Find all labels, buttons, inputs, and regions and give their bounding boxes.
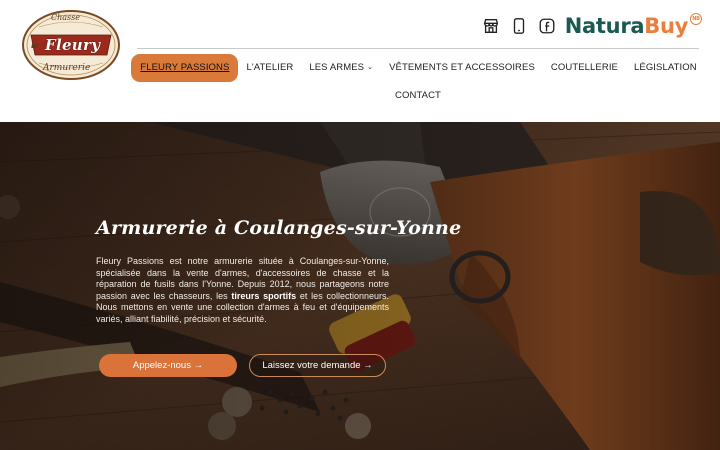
nav-item-vetements-accessoires[interactable]: VÊTEMENTS ET ACCESSOIRES <box>381 54 543 82</box>
nav-item-les-armes-label: LES ARMES <box>309 62 365 73</box>
header-icons: Natura Buy NB <box>477 12 702 40</box>
logo-chasse-text: Chasse <box>51 13 80 22</box>
nav-item-contact[interactable]: CONTACT <box>387 82 449 110</box>
main-navigation: FLEURY PASSIONS L'ATELIER LES ARMES ⌄ VÊT… <box>131 54 699 110</box>
nav-item-coutellerie[interactable]: COUTELLERIE <box>543 54 626 82</box>
call-us-button[interactable]: Appelez-nous → <box>99 354 237 377</box>
header-divider <box>137 48 699 49</box>
logo-fleury-text: Fleury <box>45 36 101 54</box>
nav-item-fleury-passions[interactable]: FLEURY PASSIONS <box>131 54 239 82</box>
hero-title: Armurerie à Coulanges-sur-Yonne <box>96 217 462 239</box>
naturabuy-logo[interactable]: Natura Buy NB <box>564 13 702 38</box>
logo-le-text: le <box>31 40 40 50</box>
hero-text-bold: tireurs sportifs <box>231 290 297 301</box>
nav-item-atelier[interactable]: L'ATELIER <box>238 54 301 82</box>
hero-section: Armurerie à Coulanges-sur-Yonne Fleury P… <box>0 122 720 450</box>
nav-row-primary: FLEURY PASSIONS L'ATELIER LES ARMES ⌄ VÊT… <box>131 54 699 82</box>
facebook-icon[interactable] <box>533 12 561 40</box>
fleury-logo[interactable]: Chasse le Fleury Armurerie <box>21 9 121 81</box>
naturabuy-badge: NB <box>690 13 702 25</box>
leave-request-button[interactable]: Laissez votre demande → <box>249 354 386 377</box>
site-header: Chasse le Fleury Armurerie NaturaBuy NB <box>0 0 720 122</box>
logo-armurerie-text: Armurerie <box>43 63 91 73</box>
nav-row-secondary: CONTACT <box>137 82 699 110</box>
chevron-down-icon: ⌄ <box>367 64 374 71</box>
store-icon[interactable] <box>477 12 505 40</box>
hero-description: Fleury Passions est notre armurerie situ… <box>96 256 389 326</box>
phone-icon[interactable] <box>505 12 533 40</box>
nav-item-legislation[interactable]: LÉGISLATION <box>626 54 705 82</box>
nav-item-les-armes[interactable]: LES ARMES ⌄ <box>301 54 381 82</box>
naturabuy-text-natura: Natura <box>564 14 645 38</box>
naturabuy-text-buy: Buy <box>644 14 688 38</box>
